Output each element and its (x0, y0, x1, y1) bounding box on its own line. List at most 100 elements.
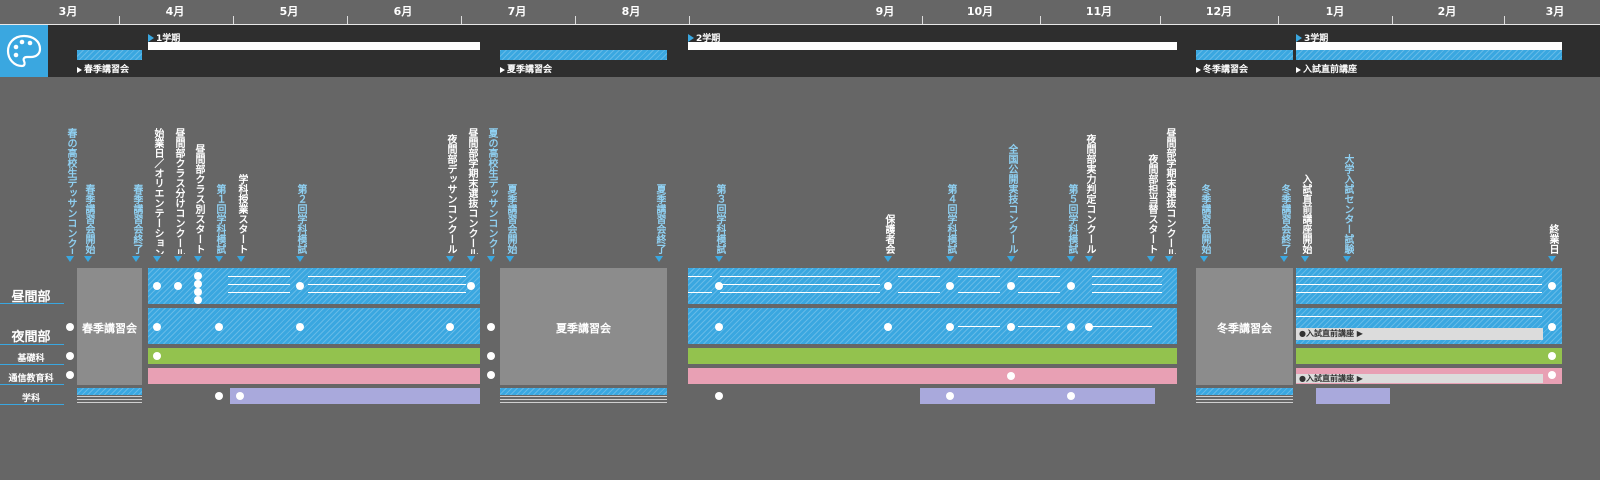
row-divider (0, 303, 64, 304)
event-dot (194, 296, 202, 304)
schedule-line (1296, 292, 1542, 293)
schedule-line (720, 276, 880, 277)
play-icon (1296, 34, 1302, 42)
event-dot (446, 323, 454, 331)
month-tick (1392, 16, 1393, 24)
event-marker-icon (1200, 256, 1208, 262)
event-label: 第１回学科模試 (214, 184, 225, 254)
event-marker-icon (1085, 256, 1093, 262)
event-label: 第４回学科模試 (945, 184, 956, 254)
month-tick (347, 16, 348, 24)
event-label: 夏季講習会開始 (505, 184, 516, 254)
event-dot (296, 323, 304, 331)
event-marker-icon (153, 256, 161, 262)
schedule-line (958, 292, 1000, 293)
session-bar (1196, 50, 1293, 60)
event-marker-icon (1007, 256, 1015, 262)
palette-icon[interactable] (0, 25, 48, 77)
row-label-correspondence: 通信教育科 (8, 374, 54, 384)
schedule-line (228, 284, 290, 285)
event-marker-icon (132, 256, 140, 262)
month-label: 12月 (1205, 5, 1233, 18)
month-tick (922, 16, 923, 24)
event-marker-icon (487, 256, 495, 262)
event-dot (946, 282, 954, 290)
month-label: 6月 (393, 5, 413, 18)
month-tick (1504, 16, 1505, 24)
event-dot (1067, 392, 1075, 400)
month-label: 3月 (58, 5, 78, 18)
event-dot (194, 280, 202, 288)
daytime-term2-bar (688, 268, 1177, 304)
event-label: 夜間部担当替スタート (1146, 154, 1157, 254)
event-marker-icon (1147, 256, 1155, 262)
schedule-line (1018, 326, 1060, 327)
event-label: 入試直前講座開始 (1300, 174, 1311, 254)
event-marker-icon (884, 256, 892, 262)
event-label: 第３回学科模試 (714, 184, 725, 254)
event-dot (467, 282, 475, 290)
play-icon (1296, 67, 1301, 73)
month-label: 4月 (165, 5, 185, 18)
academic-term3-bar (1316, 388, 1390, 404)
academic-winter-bar (1196, 388, 1293, 395)
session-bar (1296, 50, 1562, 60)
event-dot (1548, 282, 1556, 290)
event-dot (884, 323, 892, 331)
term-bar (688, 42, 1177, 50)
session-label: 春季講習会 (77, 62, 129, 75)
schedule-line (1092, 276, 1162, 277)
event-marker-icon (1067, 256, 1075, 262)
event-dot (1548, 352, 1556, 360)
month-label: 3月 (1545, 5, 1565, 18)
schedule-line (308, 276, 466, 277)
event-label: 第２回学科模試 (295, 184, 306, 254)
event-dot (1085, 323, 1093, 331)
event-label: 春季講習会開始 (83, 184, 94, 254)
academic-summer-stripes (500, 396, 667, 404)
event-label: 保護者会 (883, 214, 894, 254)
schedule-line (1018, 276, 1060, 277)
event-dot (487, 371, 495, 379)
event-dot (66, 352, 74, 360)
row-divider (0, 384, 64, 385)
month-label: 2月 (1437, 5, 1457, 18)
event-marker-icon (506, 256, 514, 262)
event-label: 春季講習会終了 (131, 184, 142, 254)
month-label: 8月 (621, 5, 641, 18)
correspondence-term2-bar (688, 368, 1177, 384)
basic-term2-bar (688, 348, 1177, 364)
schedule-line (1092, 326, 1152, 327)
month-tick (1278, 16, 1279, 24)
play-icon (688, 34, 694, 42)
month-label: 7月 (507, 5, 527, 18)
month-label: 11月 (1085, 5, 1113, 18)
basic-term1-bar (148, 348, 480, 364)
event-dot (1548, 323, 1556, 331)
month-tick (119, 16, 120, 24)
event-label: 夜間部実力判定コンクール (1084, 134, 1095, 254)
spring-session-label: 春季講習会 (82, 322, 137, 335)
schedule-line (1296, 316, 1542, 317)
correspondence-term1-bar (148, 368, 480, 384)
academic-term2-bar (920, 388, 1155, 404)
event-dot (153, 352, 161, 360)
session-label: 入試直前講座 (1296, 62, 1357, 75)
month-label: 10月 (966, 5, 994, 18)
month-label: 9月 (875, 5, 895, 18)
event-dot (1007, 323, 1015, 331)
month-label: 5月 (279, 5, 299, 18)
session-label: 夏季講習会 (500, 62, 552, 75)
month-tick (1160, 16, 1161, 24)
month-axis: 3月 4月 5月 6月 7月 8月 9月 10月 11月 12月 1月 2月 3… (0, 0, 1600, 25)
academic-spring-bar (77, 388, 142, 395)
summer-session-label: 夏季講習会 (556, 322, 611, 335)
row-label-academic: 学科 (21, 394, 40, 404)
event-dot (946, 323, 954, 331)
academic-spring-stripes (77, 396, 142, 404)
row-label-night: 夜間部 (11, 330, 51, 345)
month-tick (1040, 16, 1041, 24)
play-icon (148, 34, 154, 42)
event-marker-icon (446, 256, 454, 262)
month-tick (461, 16, 462, 24)
